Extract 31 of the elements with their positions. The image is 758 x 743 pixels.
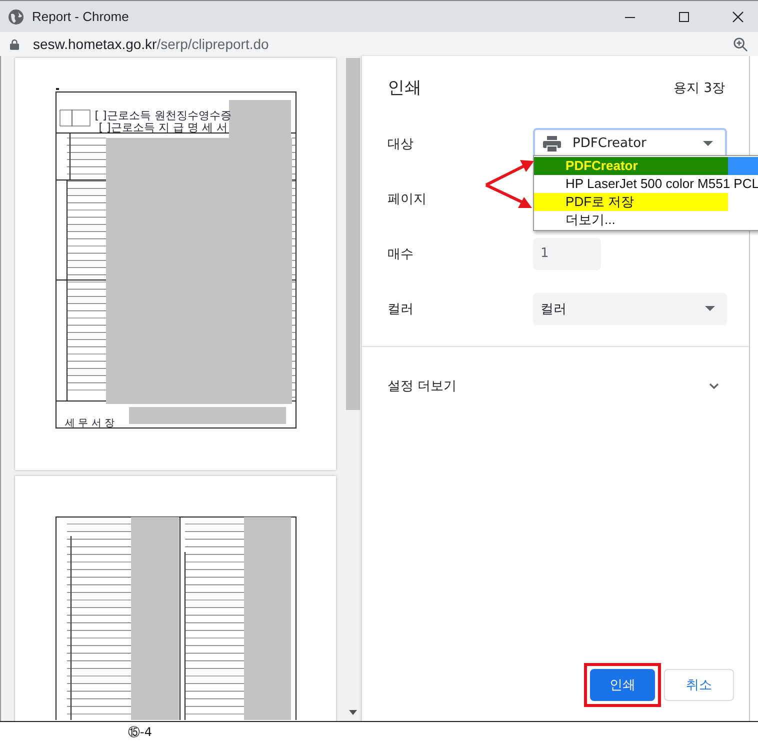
table-cell: ⑮-4 — [128, 724, 152, 741]
print-button[interactable]: 인쇄 — [590, 669, 656, 701]
annotation-arrow — [485, 160, 534, 186]
setting-label: 대상 — [388, 136, 414, 152]
copies-field[interactable]: 1 — [532, 238, 601, 270]
scrollbar-thumb[interactable] — [346, 58, 360, 410]
scroll-down-icon[interactable] — [349, 710, 358, 715]
setting-label: 페이지 — [388, 190, 427, 208]
dialog-title: 인쇄 — [388, 77, 422, 99]
select-field[interactable]: 컬러 — [532, 292, 727, 324]
setting-label: 컬러 — [388, 300, 414, 318]
chevron-down-icon[interactable] — [709, 383, 720, 389]
zoom-icon[interactable] — [733, 36, 748, 52]
setting-label: 매수 — [388, 246, 414, 262]
globe-icon — [8, 8, 24, 24]
printer-icon — [542, 136, 561, 152]
close-icon[interactable] — [732, 10, 744, 22]
window-title: Report - Chrome — [32, 9, 129, 24]
form-footer: 세 무 서 장 — [65, 418, 115, 429]
form-heading: [ ]근로소득 원천징수영수증 — [94, 109, 232, 122]
lock-icon — [10, 38, 19, 50]
dropdown-caret-icon — [704, 306, 715, 311]
menu-item[interactable]: PDFCreator — [534, 157, 758, 175]
maximize-icon[interactable] — [678, 10, 690, 22]
dropdown-caret-icon — [702, 141, 713, 146]
annotation-arrow — [485, 184, 532, 208]
sheet-count: 용지 3장 — [674, 80, 726, 96]
cancel-button[interactable]: 취소 — [664, 669, 734, 701]
more-settings-label[interactable]: 설정 더보기 — [388, 377, 457, 395]
menu-item[interactable]: 더보기... — [534, 211, 758, 229]
form-heading: [ ]근로소득 지 급 명 세 서 — [98, 121, 228, 134]
